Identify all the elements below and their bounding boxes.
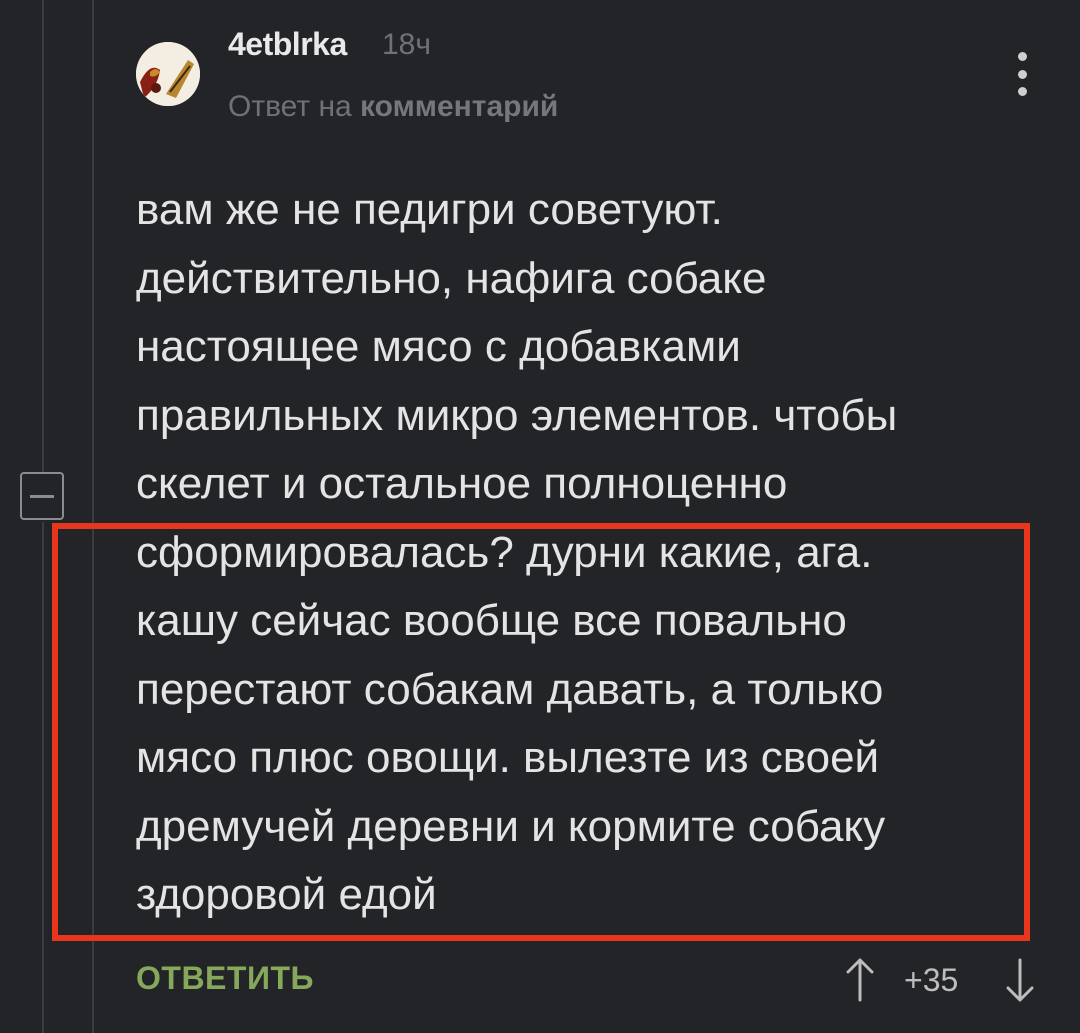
- comment-line: вам же не педигри советуют.: [136, 185, 723, 234]
- author-name[interactable]: 4etblrka: [228, 26, 347, 63]
- comment-line: действительно, нафига собаке: [136, 253, 767, 303]
- reply-button[interactable]: ОТВЕТИТЬ: [136, 960, 314, 997]
- comment-line: настоящее мясо с добавками: [136, 322, 741, 371]
- reply-to-line: Ответ на комментарий: [228, 90, 558, 124]
- comment-line: сформировалась? дурни какие, ага.: [136, 527, 873, 577]
- vote-score: +35: [904, 962, 959, 998]
- comment-line: перестают собакам давать, а только: [136, 664, 884, 714]
- comment-line: правильных микро элементов. чтобы: [136, 390, 898, 440]
- arrow-up-icon[interactable]: [842, 956, 878, 1004]
- comment-line: скелет и остальное полноценно: [136, 459, 788, 508]
- thread-line: [42, 0, 44, 472]
- avatar[interactable]: [136, 42, 200, 106]
- comment-time: 18ч: [382, 28, 431, 61]
- thread-line: [92, 0, 94, 1033]
- thread-line: [42, 522, 44, 1033]
- comment-line: дремучей деревни и кормите собаку: [136, 801, 886, 851]
- reply-target-link[interactable]: комментарий: [360, 90, 558, 123]
- arrow-down-icon[interactable]: [1002, 956, 1038, 1004]
- comment-text: вам же не педигри советуют. действительн…: [136, 176, 1036, 930]
- comment-line: здоровой едой: [136, 870, 437, 919]
- comment-line: мясо плюс овощи. вылезте из своей: [136, 733, 880, 782]
- more-vertical-icon[interactable]: [1012, 52, 1032, 96]
- reply-prefix: Ответ на: [228, 90, 352, 123]
- minus-icon: [30, 494, 54, 498]
- collapse-thread-button[interactable]: [20, 472, 64, 520]
- comment-line: кашу сейчас вообще все повально: [136, 596, 847, 645]
